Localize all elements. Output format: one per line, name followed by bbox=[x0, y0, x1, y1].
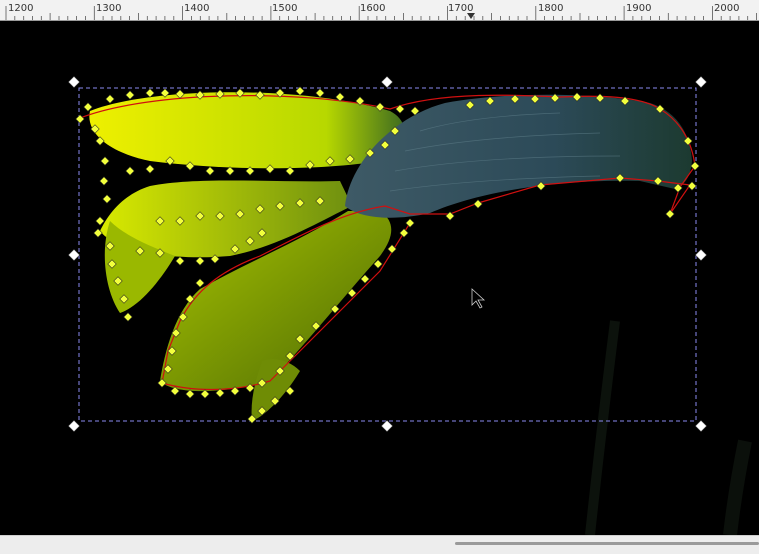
path-node bbox=[405, 218, 415, 228]
path-node bbox=[665, 209, 675, 219]
double-arrow-icon bbox=[694, 248, 708, 262]
path-node bbox=[690, 161, 700, 171]
path-node bbox=[185, 389, 195, 399]
path-node bbox=[102, 194, 112, 204]
path-node bbox=[105, 94, 115, 104]
path-node bbox=[83, 102, 93, 112]
background-stem bbox=[723, 439, 752, 535]
flower-bud[interactable] bbox=[345, 94, 692, 218]
ruler-position-marker-icon bbox=[467, 13, 475, 19]
double-arrow-icon bbox=[694, 419, 708, 433]
path-node bbox=[145, 88, 155, 98]
path-node bbox=[175, 256, 185, 266]
path-node bbox=[225, 166, 235, 176]
path-node bbox=[473, 199, 483, 209]
path-node bbox=[125, 166, 135, 176]
double-arrow-icon bbox=[67, 248, 81, 262]
horizontal-scrollbar[interactable] bbox=[0, 535, 759, 554]
drawing-svg[interactable] bbox=[0, 21, 759, 535]
path-node bbox=[195, 278, 205, 288]
double-arrow-icon bbox=[380, 419, 394, 433]
path-node bbox=[399, 228, 409, 238]
path-node bbox=[125, 90, 135, 100]
path-node bbox=[145, 164, 155, 174]
path-node bbox=[95, 216, 105, 226]
background-stem bbox=[585, 320, 620, 535]
path-node bbox=[75, 114, 85, 124]
path-node bbox=[315, 88, 325, 98]
path-node bbox=[687, 181, 697, 191]
path-node bbox=[123, 312, 133, 322]
path-node bbox=[205, 166, 215, 176]
path-node bbox=[195, 256, 205, 266]
arrow-cursor-icon bbox=[471, 288, 486, 309]
double-arrow-icon bbox=[694, 75, 708, 89]
double-arrow-icon bbox=[67, 75, 81, 89]
path-node bbox=[100, 156, 110, 166]
double-arrow-icon bbox=[380, 75, 394, 89]
horizontal-ruler[interactable]: 1200 1300 1400 1500 1600 1700 1800 1900 … bbox=[0, 0, 759, 21]
ruler-tick-marks bbox=[5, 6, 757, 20]
canvas[interactable] bbox=[0, 21, 759, 535]
path-node bbox=[395, 104, 405, 114]
double-arrow-icon bbox=[67, 419, 81, 433]
scrollbar-thumb[interactable] bbox=[455, 542, 759, 545]
path-node bbox=[99, 176, 109, 186]
